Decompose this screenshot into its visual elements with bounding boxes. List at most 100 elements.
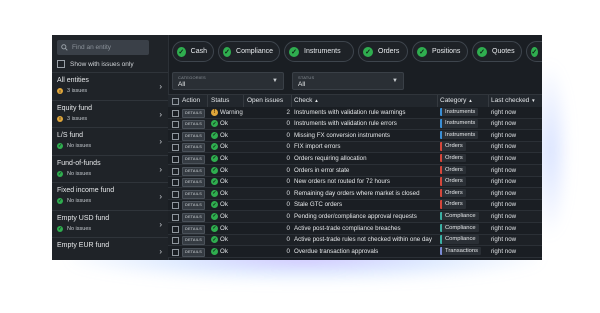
row-checkbox[interactable]	[172, 109, 179, 117]
chevron-down-icon: ▼	[392, 78, 398, 84]
table-row[interactable]: DETAILS ✓ Ok 0 Active post-trade compliance …	[168, 223, 542, 235]
category-badge: Compliance	[440, 235, 479, 244]
details-button[interactable]: DETAILS	[182, 154, 205, 164]
last-checked-header-label: Last checked	[491, 97, 530, 104]
tab-positions[interactable]: ✓ Positions	[412, 41, 468, 62]
show-issues-only-toggle[interactable]: Show with issues only	[57, 60, 134, 68]
table-row[interactable]: DETAILS ✓ Ok 0 FIX import errors Orders right …	[168, 141, 542, 154]
column-header-category[interactable]: Category ▲	[440, 97, 473, 104]
last-checked-text: right now	[491, 120, 517, 128]
column-header-last-checked[interactable]: Last checked ▼	[491, 97, 536, 104]
details-button[interactable]: DETAILS	[182, 224, 205, 234]
entity-item[interactable]: Fund-of-funds ✓ No issues ›	[52, 154, 168, 182]
check-circle-icon: ✓	[211, 236, 218, 244]
entity-item[interactable]: All entities! 3 issues ›	[52, 72, 168, 99]
check-circle-icon: ✓	[223, 46, 232, 57]
check-circle-icon: ✓	[211, 201, 218, 209]
check-circle-icon: ✓	[57, 170, 63, 177]
row-checkbox[interactable]	[172, 179, 179, 187]
table-row[interactable]: DETAILS ✓ Ok 0 Stale GTC orders Orders right n…	[168, 199, 542, 212]
row-checkbox[interactable]	[172, 190, 179, 198]
details-button[interactable]: DETAILS	[182, 189, 205, 199]
row-checkbox[interactable]	[172, 121, 179, 129]
category-badge: Orders	[440, 200, 466, 209]
row-checkbox[interactable]	[172, 167, 179, 175]
status-cell: ✓ Ok	[211, 201, 228, 209]
status-cell: ✓ Ok	[211, 212, 228, 220]
tab-orders[interactable]: ✓ Orders	[358, 41, 408, 62]
entity-item[interactable]: Empty USD fund ✓ No issues ›	[52, 209, 168, 237]
entity-item[interactable]: Equity fund! 3 issues ›	[52, 99, 168, 127]
entity-item[interactable]: Empty EUR fund ›	[52, 237, 168, 260]
row-checkbox[interactable]	[172, 202, 179, 210]
last-checked-text: right now	[491, 189, 517, 197]
table-row[interactable]: DETAILS ✓ Ok 0 Remaining day orders where ma…	[168, 188, 542, 200]
tab-instruments[interactable]: ✓ Instruments	[284, 41, 354, 62]
app-window: Find an entity Show with issues only All…	[52, 35, 542, 260]
check-circle-icon: ✓	[417, 46, 427, 57]
details-button[interactable]: DETAILS	[182, 108, 205, 118]
categories-filter-label: CATEGORIES	[178, 75, 206, 80]
tab-reco[interactable]: ✓Reco	[526, 41, 542, 62]
show-issues-checkbox[interactable]	[57, 60, 65, 68]
categories-filter[interactable]: CATEGORIES All ▼	[172, 72, 284, 90]
column-header-status[interactable]: Status	[211, 97, 229, 104]
table-row[interactable]: DETAILS ✓ Ok 0 New orders not routed for 72 …	[168, 176, 542, 189]
check-circle-icon: ✓	[57, 143, 63, 149]
entity-item[interactable]: Fixed income fund ✓ No issues ›	[52, 182, 168, 209]
check-circle-icon: ✓	[211, 154, 218, 162]
details-button[interactable]: DETAILS	[182, 131, 205, 141]
chevron-right-icon: ›	[159, 82, 162, 91]
status-text: Ok	[220, 201, 228, 209]
check-name: Overdue transaction approvals	[294, 247, 379, 255]
categories-filter-value: All	[178, 81, 186, 88]
entity-search-input[interactable]: Find an entity	[57, 40, 149, 55]
details-button[interactable]: DETAILS	[182, 212, 205, 222]
last-checked-text: right now	[491, 178, 517, 186]
details-button[interactable]: DETAILS	[182, 143, 205, 153]
tab-label: Positions	[432, 48, 461, 55]
search-placeholder: Find an entity	[72, 44, 112, 51]
check-category-tabs: ✓ Cash ✓ Compliance ✓ Instruments ✓ Orders ✓ Posi…	[168, 35, 542, 71]
entity-item[interactable]: L/S fund ✓ No issues ›	[52, 127, 168, 154]
check-circle-icon: ✓	[211, 166, 218, 174]
table-row[interactable]: DETAILS! Warning 2 Instruments with validat…	[168, 107, 542, 119]
table-header: Action Status Open issues Check ▲ Catego…	[168, 94, 542, 108]
table-row[interactable]: DETAILS ✓ Ok 0 Orders in error state Orders ri…	[168, 165, 542, 177]
status-text: Ok	[220, 120, 228, 128]
tab-compliance[interactable]: ✓ Compliance	[218, 41, 280, 62]
column-header-check[interactable]: Check ▲	[294, 97, 319, 104]
details-button[interactable]: DETAILS	[182, 166, 205, 176]
show-issues-label: Show with issues only	[70, 60, 134, 68]
column-header-action[interactable]: Action	[182, 97, 200, 104]
entity-status: ! 3 issues	[57, 115, 87, 122]
table-row[interactable]: DETAILS ✓ Ok 0 Active post-trade rules not c…	[168, 234, 542, 247]
check-circle-icon: ✓	[211, 178, 218, 186]
row-checkbox[interactable]	[172, 237, 179, 245]
row-checkbox[interactable]	[172, 225, 179, 233]
row-checkbox[interactable]	[172, 155, 179, 163]
status-filter[interactable]: STATUS All ▼	[292, 72, 404, 90]
details-button[interactable]: DETAILS	[182, 247, 205, 257]
table-row[interactable]: DETAILS ✓ Ok 0 Missing FX conversion instrum…	[168, 130, 542, 142]
row-checkbox[interactable]	[172, 213, 179, 221]
row-checkbox[interactable]	[172, 144, 179, 152]
column-header-open-issues[interactable]: Open issues	[247, 97, 283, 104]
row-checkbox[interactable]	[172, 248, 179, 256]
details-button[interactable]: DETAILS	[182, 236, 205, 246]
table-row[interactable]: DETAILS ✓ Ok 0 Overdue transaction approvals…	[168, 246, 542, 258]
table-row[interactable]: DETAILS ✓ Ok 0 Instruments with validation r…	[168, 118, 542, 131]
table-row[interactable]: DETAILS ✓ Ok 0 Orders requiring allocation Or…	[168, 153, 542, 165]
select-all-checkbox[interactable]	[172, 97, 179, 105]
details-button[interactable]: DETAILS	[182, 178, 205, 188]
category-badge: Compliance	[440, 211, 479, 221]
open-issues-count: 0	[286, 143, 290, 151]
row-checkbox[interactable]	[172, 132, 179, 140]
table-row[interactable]: DETAILS ✓ Ok 0 Pending order/compliance appr…	[168, 211, 542, 223]
details-button[interactable]: DETAILS	[182, 201, 205, 211]
tab-cash[interactable]: ✓ Cash	[172, 41, 214, 62]
details-button[interactable]: DETAILS	[182, 120, 205, 130]
chevron-right-icon: ›	[159, 137, 162, 146]
entity-status: ! 3 issues	[57, 88, 87, 94]
tab-quotes[interactable]: ✓ Quotes	[472, 41, 522, 62]
